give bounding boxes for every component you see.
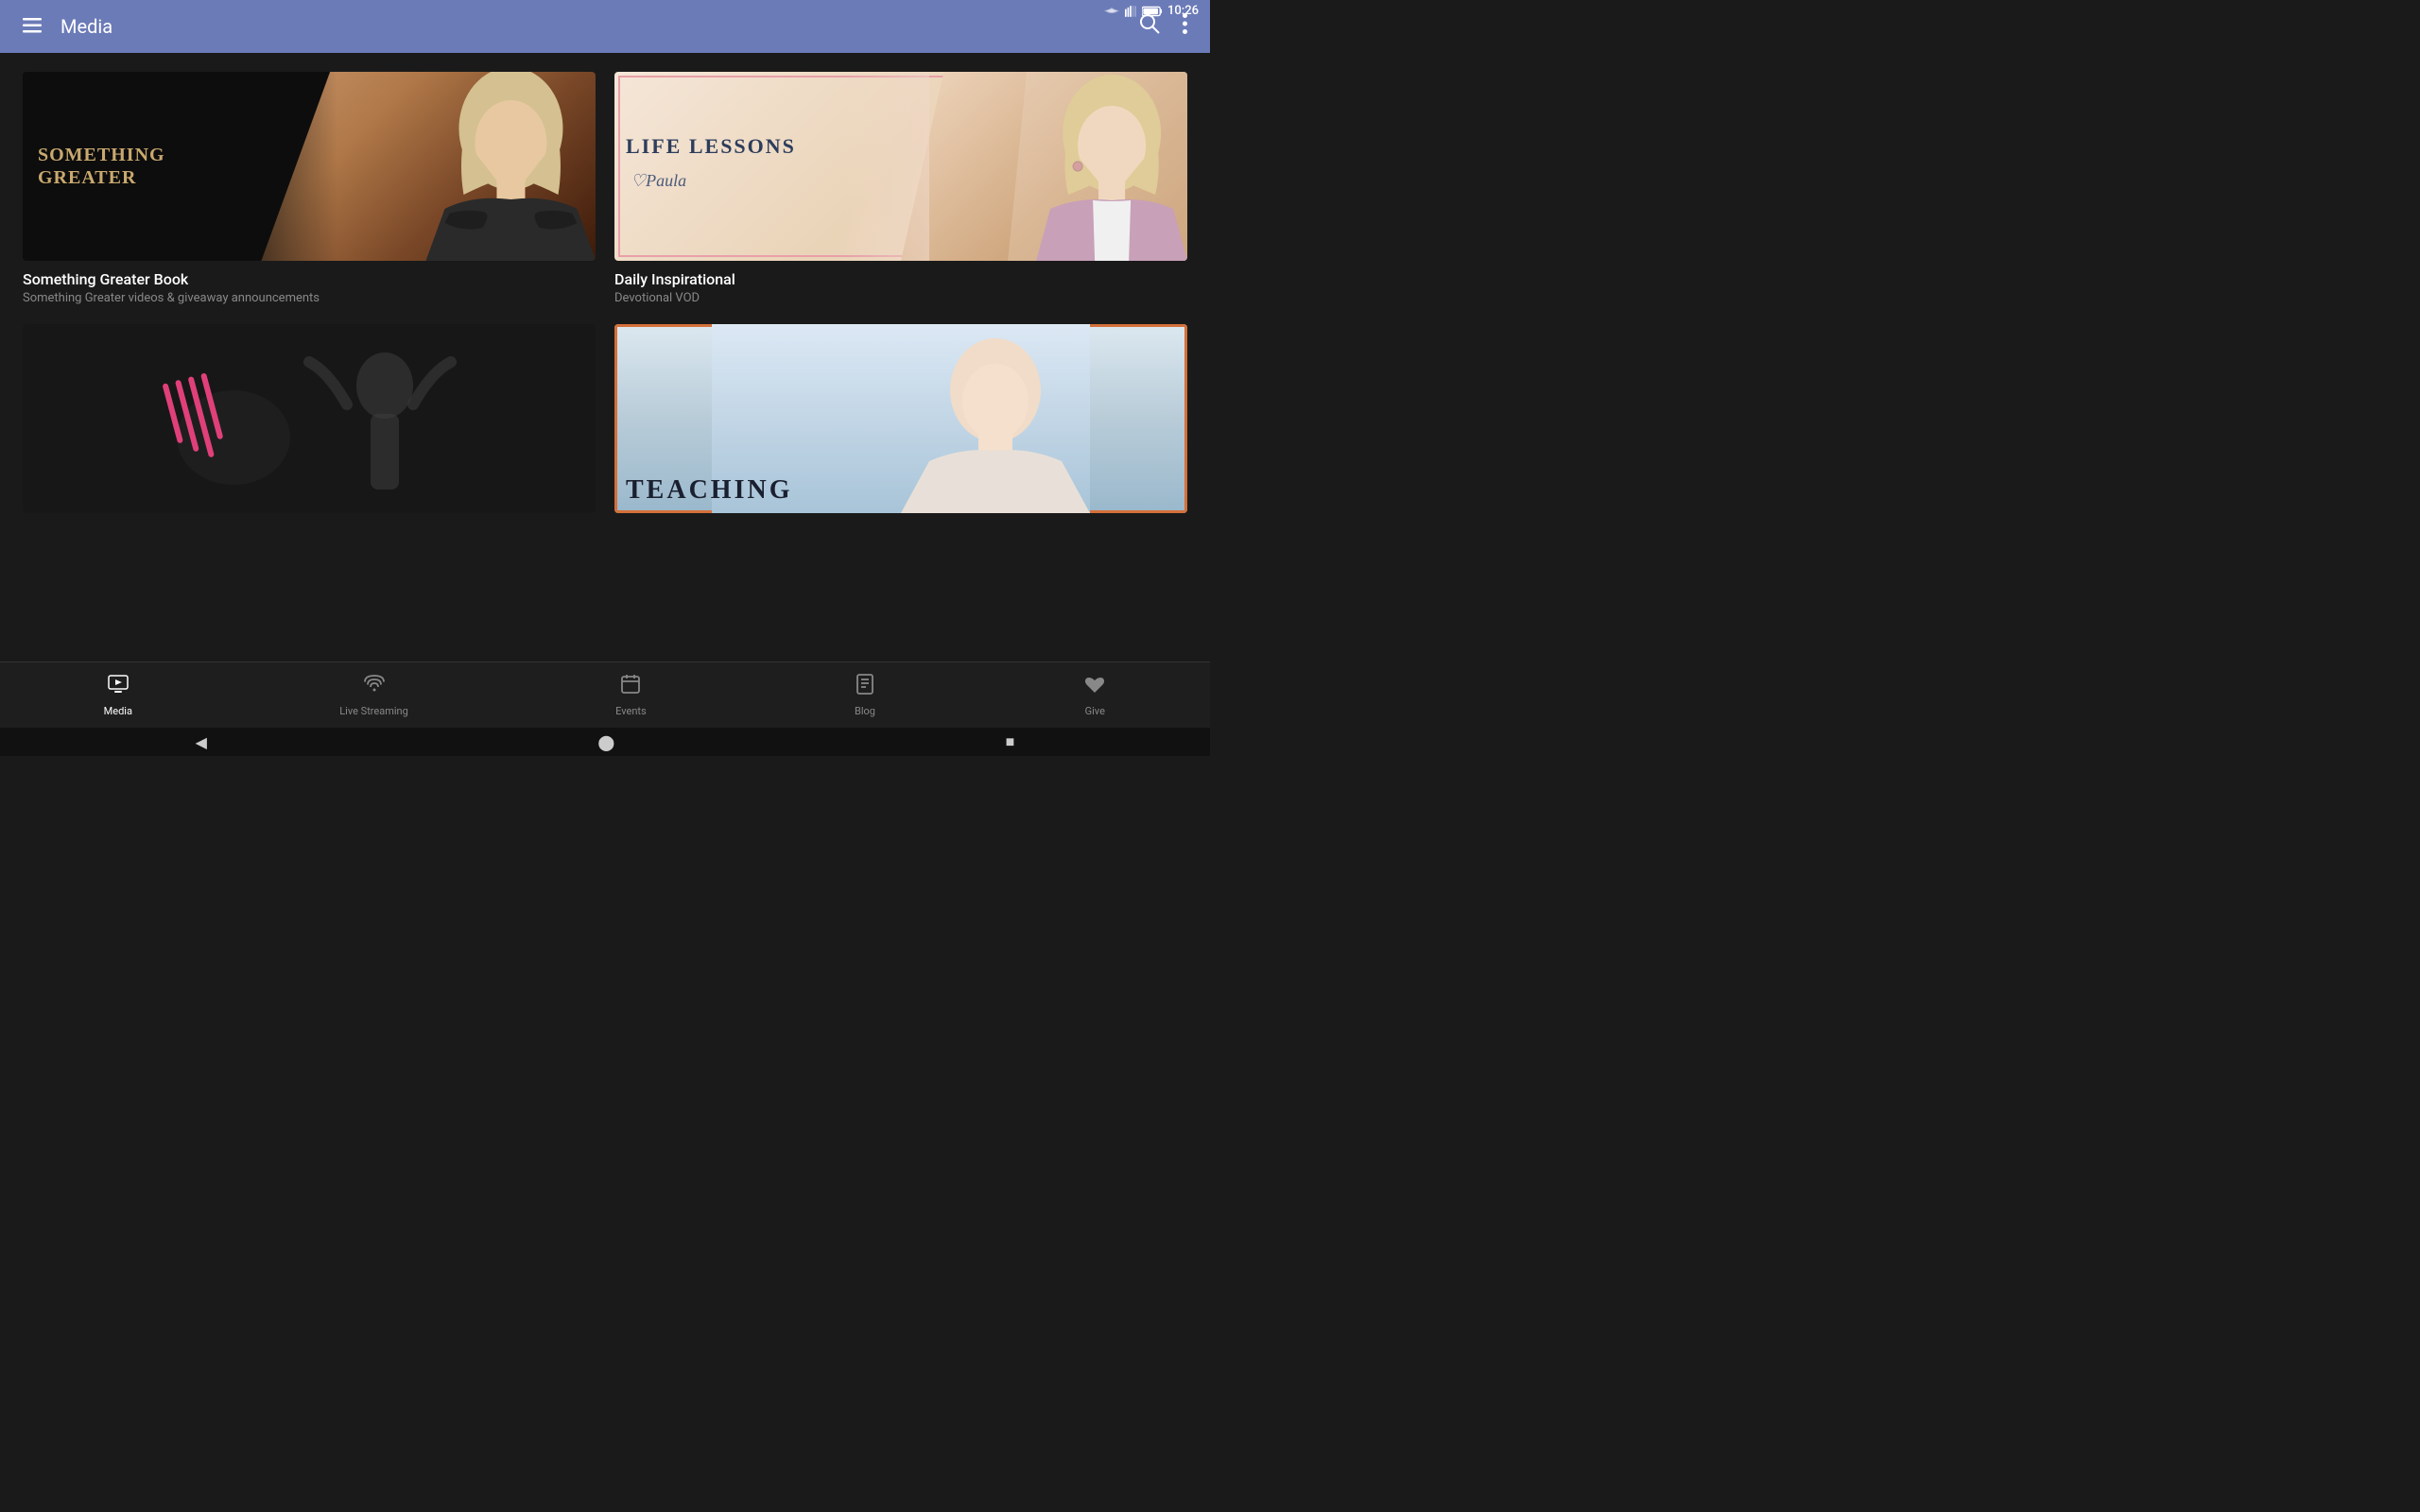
card3-subtitle [23, 543, 596, 558]
nav-item-media[interactable]: Media [85, 665, 151, 725]
live-streaming-icon [363, 673, 386, 701]
thumbnail-worship [23, 324, 596, 513]
card2-info: Daily Inspirational Devotional VOD [614, 261, 1187, 305]
card2-main-title: LIFE LESSONS [626, 135, 796, 158]
system-navigation-bar: ◀ ⬤ ■ [0, 728, 1210, 756]
recents-button[interactable]: ■ [1006, 732, 1015, 751]
menu-icon[interactable] [15, 9, 49, 43]
blog-icon [854, 673, 876, 701]
main-content: SOMETHING GREATER Something Greater Book… [0, 53, 1210, 662]
card4-title-text: TEACHING [626, 475, 792, 506]
nav-item-blog[interactable]: Blog [835, 665, 895, 725]
svg-text:♡Paula: ♡Paula [631, 171, 686, 190]
card2-text-overlay: LIFE LESSONS ♡Paula [626, 135, 796, 198]
nav-item-live-streaming[interactable]: Live Streaming [320, 665, 427, 725]
card2-cursive: ♡Paula [626, 165, 796, 198]
card3-title-text [23, 523, 596, 541]
thumbnail-daily-inspirational: LIFE LESSONS ♡Paula [614, 72, 1187, 261]
status-time: 10:26 [1167, 4, 1199, 18]
card4-subtitle [614, 543, 1187, 558]
media-card-something-greater[interactable]: SOMETHING GREATER Something Greater Book… [23, 72, 596, 305]
card4-title-label [614, 523, 1187, 541]
nav-label-give: Give [1085, 705, 1105, 717]
thumbnail-something-greater: SOMETHING GREATER [23, 72, 596, 261]
card1-subtitle: Something Greater videos & giveaway anno… [23, 291, 596, 305]
card4-info [614, 513, 1187, 558]
back-button[interactable]: ◀ [196, 733, 207, 751]
nav-item-give[interactable]: Give [1064, 665, 1125, 725]
card1-title-text: Something Greater Book [23, 270, 596, 288]
nav-label-media: Media [104, 705, 132, 717]
card1-info: Something Greater Book Something Greater… [23, 261, 596, 305]
nav-label-blog: Blog [855, 705, 875, 717]
media-card-daily-inspirational[interactable]: LIFE LESSONS ♡Paula Daily Inspirational … [614, 72, 1187, 305]
card3-info [23, 513, 596, 558]
nav-label-events: Events [615, 705, 647, 717]
page-title: Media [60, 15, 1132, 38]
card2-title-text: Daily Inspirational [614, 270, 1187, 288]
home-button[interactable]: ⬤ [597, 733, 614, 751]
give-icon [1083, 673, 1106, 701]
thumbnail-teaching: TEACHING [614, 324, 1187, 513]
card2-subtitle: Devotional VOD [614, 291, 1187, 305]
top-app-bar: Media [0, 0, 1210, 53]
media-icon [107, 673, 130, 701]
media-card-worship[interactable] [23, 324, 596, 558]
nav-label-live-streaming: Live Streaming [339, 705, 408, 717]
card1-title: SOMETHING GREATER [38, 144, 165, 189]
events-icon [619, 673, 642, 701]
nav-item-events[interactable]: Events [596, 665, 666, 725]
bottom-navigation: Media Live Streaming Events [0, 662, 1210, 728]
media-card-teaching[interactable]: TEACHING [614, 324, 1187, 558]
media-grid: SOMETHING GREATER Something Greater Book… [23, 72, 1187, 558]
